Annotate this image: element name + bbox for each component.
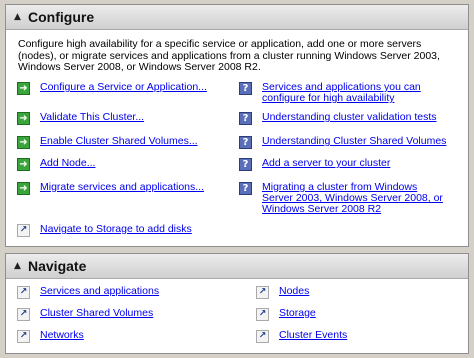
action-link[interactable]: Configure a Service or Application... <box>40 82 207 93</box>
nav-cluster-shared-volumes[interactable]: ↗ Cluster Shared Volumes <box>17 308 153 321</box>
navigate-panel: ▲ Navigate ↗ Services and applications ↗… <box>5 253 469 354</box>
navigate-shortcut-icon: ↗ <box>17 308 30 321</box>
nav-cluster-events[interactable]: ↗ Cluster Events <box>256 330 347 343</box>
green-arrow-icon: ➜ <box>17 158 30 171</box>
nav-link[interactable]: Networks <box>40 330 84 341</box>
nav-link[interactable]: Storage <box>279 308 316 319</box>
nav-services-applications[interactable]: ↗ Services and applications <box>17 286 159 299</box>
action-enable-csv[interactable]: ➜ Enable Cluster Shared Volumes... <box>17 136 198 149</box>
navigate-header[interactable]: ▲ Navigate <box>6 254 468 279</box>
help-csv[interactable]: ? Understanding Cluster Shared Volumes <box>239 136 449 149</box>
action-link[interactable]: Add Node... <box>40 158 95 169</box>
configure-panel: ▲ Configure Configure high availability … <box>5 4 469 247</box>
collapse-chevron-icon[interactable]: ▲ <box>14 261 28 271</box>
navigate-shortcut-icon: ↗ <box>17 286 30 299</box>
nav-link[interactable]: Cluster Events <box>279 330 347 341</box>
navigate-shortcut-icon: ↗ <box>256 286 269 299</box>
collapse-chevron-icon[interactable]: ▲ <box>14 12 28 22</box>
action-add-node[interactable]: ➜ Add Node... <box>17 158 95 171</box>
action-configure-service[interactable]: ➜ Configure a Service or Application... <box>17 82 207 95</box>
action-link[interactable]: Enable Cluster Shared Volumes... <box>40 136 198 147</box>
nav-networks[interactable]: ↗ Networks <box>17 330 84 343</box>
navigate-title: Navigate <box>28 258 87 274</box>
help-services-applications[interactable]: ? Services and applications you can conf… <box>239 82 449 104</box>
action-navigate-storage[interactable]: ↗ Navigate to Storage to add disks <box>17 224 192 237</box>
action-link[interactable]: Migrate services and applications... <box>40 182 204 193</box>
configure-description: Configure high availability for a specif… <box>18 38 440 73</box>
action-migrate-services[interactable]: ➜ Migrate services and applications... <box>17 182 204 195</box>
help-link[interactable]: Add a server to your cluster <box>262 158 390 169</box>
action-link[interactable]: Navigate to Storage to add disks <box>40 224 192 235</box>
green-arrow-icon: ➜ <box>17 112 30 125</box>
help-validation-tests[interactable]: ? Understanding cluster validation tests <box>239 112 449 125</box>
configure-header[interactable]: ▲ Configure <box>6 5 468 30</box>
help-icon: ? <box>239 182 252 195</box>
help-add-server[interactable]: ? Add a server to your cluster <box>239 158 449 171</box>
help-link[interactable]: Services and applications you can config… <box>262 82 449 104</box>
help-icon: ? <box>239 158 252 171</box>
navigate-shortcut-icon: ↗ <box>17 224 30 237</box>
nav-link[interactable]: Cluster Shared Volumes <box>40 308 153 319</box>
help-icon: ? <box>239 82 252 95</box>
navigate-shortcut-icon: ↗ <box>17 330 30 343</box>
nav-nodes[interactable]: ↗ Nodes <box>256 286 309 299</box>
nav-link[interactable]: Services and applications <box>40 286 159 297</box>
help-link[interactable]: Understanding Cluster Shared Volumes <box>262 136 446 147</box>
help-migrating-cluster[interactable]: ? Migrating a cluster from Windows Serve… <box>239 182 451 215</box>
configure-title: Configure <box>28 9 95 25</box>
help-icon: ? <box>239 136 252 149</box>
action-validate-cluster[interactable]: ➜ Validate This Cluster... <box>17 112 144 125</box>
action-link[interactable]: Validate This Cluster... <box>40 112 144 123</box>
help-icon: ? <box>239 112 252 125</box>
help-link[interactable]: Understanding cluster validation tests <box>262 112 437 123</box>
green-arrow-icon: ➜ <box>17 182 30 195</box>
green-arrow-icon: ➜ <box>17 82 30 95</box>
nav-storage[interactable]: ↗ Storage <box>256 308 316 321</box>
green-arrow-icon: ➜ <box>17 136 30 149</box>
help-link[interactable]: Migrating a cluster from Windows Server … <box>262 182 451 215</box>
navigate-shortcut-icon: ↗ <box>256 308 269 321</box>
nav-link[interactable]: Nodes <box>279 286 309 297</box>
navigate-shortcut-icon: ↗ <box>256 330 269 343</box>
